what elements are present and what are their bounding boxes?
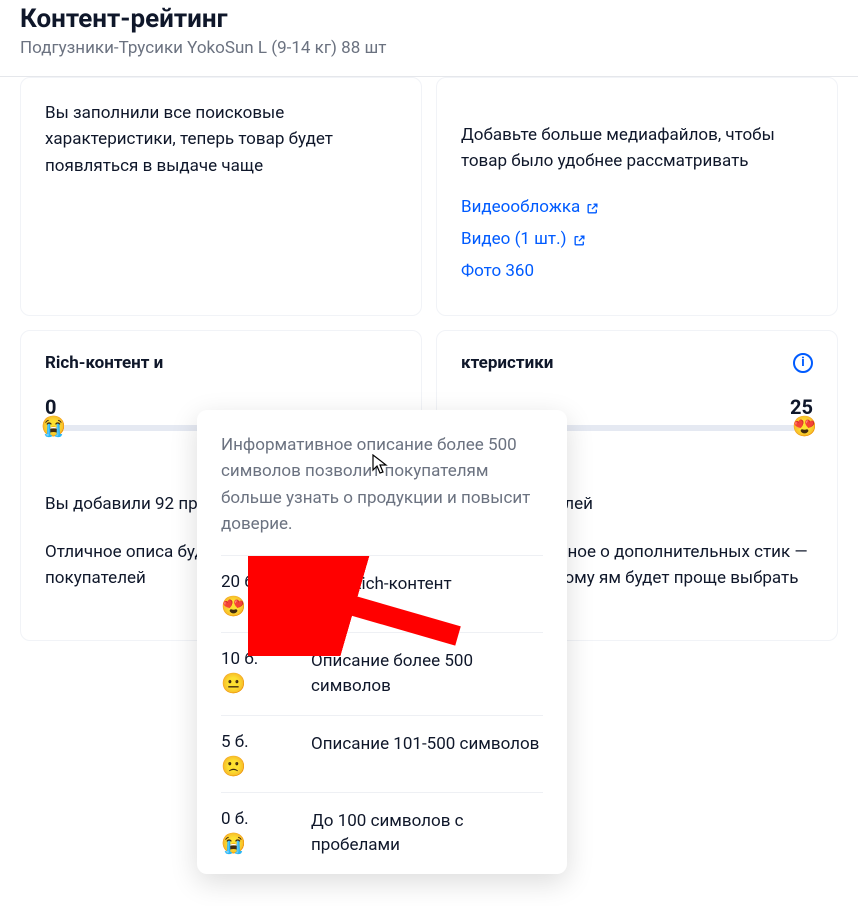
tooltip-points-col: 20 б. 😍 (221, 572, 311, 616)
page-header: Контент-рейтинг Подгузники-Трусики YokoS… (0, 0, 858, 77)
page-subtitle: Подгузники-Трусики YokoSun L (9-14 кг) 8… (20, 38, 838, 58)
info-icon[interactable]: i (793, 353, 813, 373)
tooltip-row: 20 б. 😍 Есть Rich-контент (221, 555, 543, 632)
score-emoji: 😍 (792, 416, 817, 436)
tooltip-row: 5 б. 🙁 Описание 101-500 символов (221, 715, 543, 792)
external-link-icon (573, 232, 586, 245)
tooltip-points: 20 б. (221, 572, 311, 592)
score-title: ктеристики (461, 353, 553, 373)
tooltip-points: 0 б. (221, 809, 311, 829)
tooltip-description: Информативное описание более 500 символо… (221, 432, 543, 537)
score-head: ктеристики i (461, 353, 813, 373)
info-cards-row: Вы заполнили все поисковые характеристик… (0, 77, 858, 316)
tooltip-points-col: 5 б. 🙁 (221, 732, 311, 776)
tooltip-points: 5 б. (221, 732, 311, 752)
tooltip-label: Есть Rich-контент (311, 572, 452, 597)
score-title: Rich-контент и (45, 353, 163, 373)
link-photo360[interactable]: Фото 360 (461, 261, 813, 281)
link-video[interactable]: Видео (1 шт.) (461, 229, 813, 249)
search-characteristics-card: Вы заполнили все поисковые характеристик… (20, 77, 422, 316)
tooltip-label: Описание 101-500 символов (311, 732, 539, 757)
media-card: Добавьте больше медиафайлов, чтобы товар… (436, 77, 838, 316)
heart-eyes-emoji-icon: 😍 (221, 596, 311, 616)
card-text: Добавьте больше медиафайлов, чтобы товар… (461, 122, 813, 175)
tooltip-row: 0 б. 😭 До 100 символов с пробелами (221, 792, 543, 874)
neutral-emoji-icon: 😐 (221, 673, 311, 693)
score-tooltip: Информативное описание более 500 символо… (197, 410, 567, 874)
external-link-icon (586, 200, 599, 213)
tooltip-points-col: 0 б. 😭 (221, 809, 311, 853)
tooltip-row: 10 б. 😐 Описание более 500 символов (221, 632, 543, 714)
tooltip-points-col: 10 б. 😐 (221, 649, 311, 693)
tooltip-points: 10 б. (221, 649, 311, 669)
page-title: Контент-рейтинг (20, 4, 838, 34)
link-label: Видео (1 шт.) (461, 229, 567, 249)
score-emoji: 😭 (41, 416, 66, 436)
media-links-list: Видеообложка Видео (1 шт.) Фото 360 (461, 197, 813, 281)
tooltip-label: До 100 символов с пробелами (311, 809, 543, 858)
link-label: Видеообложка (461, 197, 580, 217)
sad-emoji-icon: 🙁 (221, 756, 311, 776)
tooltip-label: Описание более 500 символов (311, 649, 543, 698)
link-videocover[interactable]: Видеообложка (461, 197, 813, 217)
score-head: Rich-контент и (45, 353, 397, 373)
link-label: Фото 360 (461, 261, 534, 281)
card-text: Вы заполнили все поисковые характеристик… (45, 100, 397, 179)
crying-emoji-icon: 😭 (221, 833, 311, 853)
